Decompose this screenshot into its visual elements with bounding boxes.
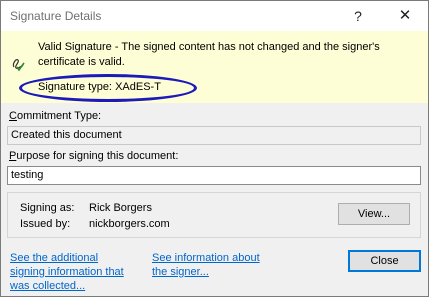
purpose-label: Purpose for signing this document: — [9, 150, 179, 162]
issued-by-value: nickborgers.com — [89, 218, 170, 230]
signature-valid-icon — [12, 59, 25, 72]
help-button[interactable]: ? — [343, 1, 373, 31]
signer-info-link[interactable]: See information about the signer... — [152, 251, 277, 279]
signing-as-label: Signing as: — [20, 202, 75, 214]
signature-type: Signature type: XAdES-T — [38, 81, 161, 93]
view-certificate-button[interactable]: View... — [338, 203, 410, 225]
validation-message: Valid Signature - The signed content has… — [38, 41, 380, 68]
additional-info-link[interactable]: See the additional signing information t… — [10, 251, 145, 293]
signature-type-value: XAdES-T — [115, 81, 161, 93]
issued-by-label: Issued by: — [20, 218, 71, 230]
close-button[interactable]: Close — [348, 250, 421, 272]
purpose-field[interactable]: testing — [7, 166, 421, 185]
signature-details-dialog: Signature Details ? ✕ Valid Signature - … — [0, 0, 429, 297]
validation-banner: Valid Signature - The signed content has… — [1, 31, 428, 103]
commitment-type-label: Commitment Type: — [9, 110, 102, 122]
signer-info-group: Signing as: Rick Borgers Issued by: nick… — [7, 192, 421, 238]
signing-as-value: Rick Borgers — [89, 202, 152, 214]
window-close-button[interactable]: ✕ — [383, 1, 427, 31]
window-title: Signature Details — [10, 9, 102, 23]
title-bar: Signature Details ? ✕ — [1, 1, 428, 31]
commitment-type-field: Created this document — [7, 126, 421, 145]
signature-type-label: Signature type: — [38, 81, 112, 93]
